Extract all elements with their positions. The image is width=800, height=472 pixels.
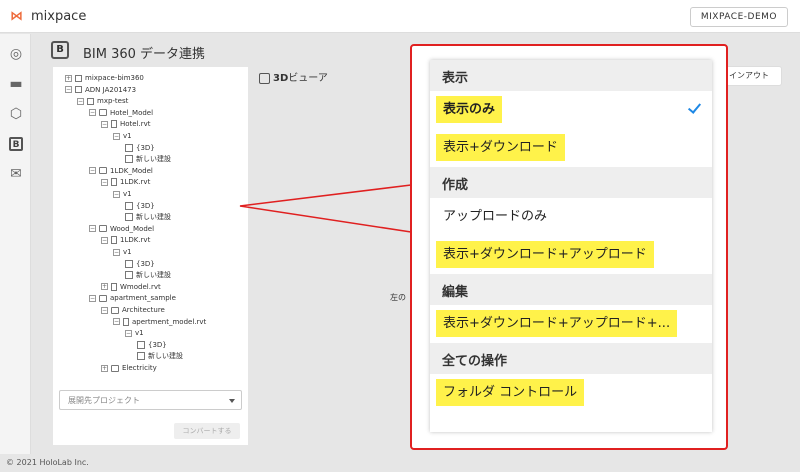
menu-item-label: 表示のみ xyxy=(436,96,503,123)
footer-copyright: © 2021 HoloLab Inc. xyxy=(6,458,89,467)
menu-item-label: フォルダ コントロール xyxy=(436,379,585,406)
permission-dropdown-menu: 表示表示のみ表示+ダウンロード作成アップロードのみ表示+ダウンロード+アップロー… xyxy=(430,60,712,432)
menu-group-header: 作成 xyxy=(430,167,712,198)
menu-group-header: 表示 xyxy=(430,60,712,91)
menu-item[interactable]: フォルダ コントロール xyxy=(430,374,712,410)
menu-item[interactable]: アップロードのみ xyxy=(430,198,712,234)
zoom-callout-frame: 表示表示のみ表示+ダウンロード作成アップロードのみ表示+ダウンロード+アップロー… xyxy=(410,44,728,450)
menu-group-header: 全ての操作 xyxy=(430,343,712,374)
menu-item-label: アップロードのみ xyxy=(443,209,548,224)
menu-item-label: 表示+ダウンロード+アップロード xyxy=(436,241,654,268)
menu-item[interactable]: 表示のみ xyxy=(430,91,712,127)
menu-group-header: 編集 xyxy=(430,274,712,305)
menu-item-label: 表示+ダウンロード+アップロード+... xyxy=(436,310,678,337)
menu-group-label: 表示 xyxy=(442,71,469,86)
menu-item[interactable]: 表示+ダウンロード xyxy=(430,129,712,165)
check-icon xyxy=(687,100,702,114)
menu-group-label: 編集 xyxy=(442,285,469,300)
menu-group-label: 全ての操作 xyxy=(442,354,508,369)
menu-item[interactable]: 表示+ダウンロード+アップロード xyxy=(430,236,712,272)
callout-line xyxy=(239,184,412,233)
menu-item-label: 表示+ダウンロード xyxy=(436,134,565,161)
menu-item[interactable]: 表示+ダウンロード+アップロード+... xyxy=(430,305,712,341)
menu-group-label: 作成 xyxy=(442,178,469,193)
